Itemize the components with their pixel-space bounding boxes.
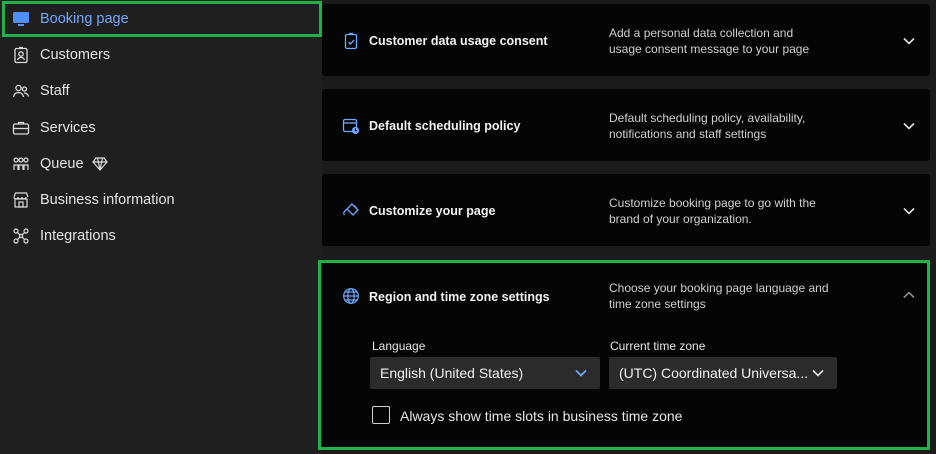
card-description: Add a personal data collection and usage… — [609, 26, 810, 56]
timezone-label: Current time zone — [610, 339, 706, 353]
card-title: Customer data usage consent — [369, 34, 548, 48]
sidebar-item-label: Staff — [40, 83, 70, 99]
consent-badge-icon — [342, 32, 360, 50]
card-description: Customize booking page to go with the br… — [609, 196, 816, 226]
card-title: Default scheduling policy — [369, 119, 521, 133]
sidebar: Booking page Customers Staff Services Qu… — [0, 0, 322, 454]
integrations-icon — [12, 227, 30, 245]
sidebar-item-queue[interactable]: Queue — [4, 147, 318, 181]
people-icon — [12, 82, 30, 100]
chevron-down-icon[interactable] — [902, 34, 916, 48]
timezone-value: (UTC) Coordinated Universa... — [619, 365, 809, 381]
timezone-dropdown[interactable]: (UTC) Coordinated Universa... — [609, 357, 837, 389]
people-queue-icon — [12, 155, 30, 173]
contact-card-icon — [12, 46, 30, 64]
checkbox-label[interactable]: Always show time slots in business time … — [400, 408, 682, 424]
card-title: Customize your page — [369, 204, 496, 218]
sidebar-item-integrations[interactable]: Integrations — [4, 219, 318, 253]
sidebar-item-label: Queue — [40, 156, 84, 172]
sidebar-item-business-information[interactable]: Business information — [4, 183, 318, 217]
calendar-clock-icon — [342, 117, 360, 135]
sidebar-item-services[interactable]: Services — [4, 111, 318, 145]
store-icon — [12, 191, 30, 209]
card-customize-your-page[interactable]: Customize your page Customize booking pa… — [322, 174, 930, 246]
globe-icon — [342, 287, 360, 305]
card-description: Choose your booking page language and ti… — [609, 281, 829, 311]
sidebar-item-label: Customers — [40, 47, 111, 63]
chevron-down-icon — [574, 366, 588, 380]
diamond-premium-icon — [91, 157, 108, 171]
chevron-up-icon[interactable] — [902, 288, 916, 302]
sidebar-item-customers[interactable]: Customers — [4, 38, 318, 72]
paint-brush-icon — [342, 202, 360, 220]
highlight-frame-sidebar — [2, 1, 322, 37]
card-title[interactable]: Region and time zone settings — [369, 290, 550, 304]
briefcase-icon — [12, 119, 30, 137]
sidebar-item-label: Services — [40, 120, 96, 136]
sidebar-item-label: Business information — [40, 192, 175, 208]
language-value: English (United States) — [380, 365, 524, 381]
business-time-zone-checkbox[interactable] — [372, 406, 390, 424]
chevron-down-icon[interactable] — [902, 119, 916, 133]
chevron-down-icon — [811, 366, 825, 380]
card-customer-data-consent[interactable]: Customer data usage consent Add a person… — [322, 4, 930, 76]
language-label: Language — [372, 339, 426, 353]
sidebar-item-label: Integrations — [40, 228, 116, 244]
chevron-down-icon[interactable] — [902, 204, 916, 218]
card-default-scheduling-policy[interactable]: Default scheduling policy Default schedu… — [322, 89, 930, 161]
language-dropdown[interactable]: English (United States) — [370, 357, 600, 389]
sidebar-item-staff[interactable]: Staff — [4, 74, 318, 108]
card-description: Default scheduling policy, availability,… — [609, 111, 806, 141]
